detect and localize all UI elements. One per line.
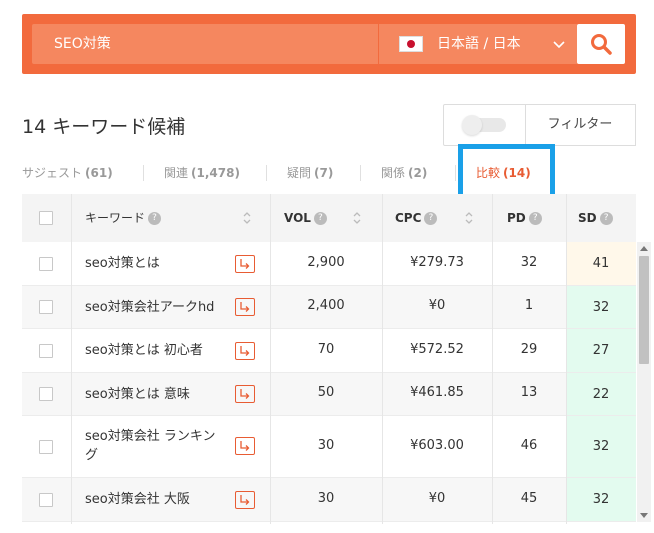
vol-cell: 30 — [317, 438, 335, 453]
column-divider — [71, 194, 72, 524]
keyword-count-heading: 14 キーワード候補 — [22, 116, 186, 138]
row-checkbox[interactable] — [39, 493, 53, 507]
tab-relation[interactable]: 関係 (2) — [381, 160, 427, 186]
japan-flag-icon — [399, 36, 423, 52]
column-vol[interactable]: VOL? — [284, 194, 327, 242]
cpc-cell: ¥0 — [428, 491, 446, 506]
open-link-icon[interactable] — [235, 491, 255, 509]
sd-cell: 41 — [566, 242, 636, 285]
column-keyword[interactable]: キーワード? — [85, 194, 162, 242]
tab-divider — [360, 165, 361, 181]
cpc-cell: ¥0 — [428, 298, 446, 313]
filter-button[interactable]: フィルター — [525, 104, 636, 146]
vol-cell: 2,900 — [307, 255, 345, 270]
column-divider — [492, 194, 493, 524]
sort-icon[interactable] — [352, 210, 362, 226]
tab-divider — [266, 165, 267, 181]
select-all-checkbox[interactable] — [39, 211, 53, 225]
vol-cell: 70 — [317, 342, 335, 357]
column-divider — [566, 194, 567, 524]
cpc-cell: ¥603.00 — [410, 438, 464, 453]
scroll-down-icon[interactable] — [640, 513, 648, 518]
pd-cell: 1 — [524, 298, 534, 313]
sort-icon[interactable] — [464, 210, 474, 226]
tab-questions[interactable]: 疑問 (7) — [287, 160, 333, 186]
help-icon[interactable]: ? — [148, 212, 162, 225]
sd-cell: 32 — [566, 416, 636, 477]
table-scrollbar[interactable] — [637, 242, 651, 522]
open-link-icon[interactable] — [235, 255, 255, 273]
cpc-cell: ¥279.73 — [410, 255, 464, 270]
row-checkbox[interactable] — [39, 257, 53, 271]
keyword-cell: seo対策とは 初心者 — [85, 343, 203, 358]
sort-icon[interactable] — [242, 210, 252, 226]
table-row[interactable]: seo対策会社 ランキング 30 ¥603.00 46 32 — [22, 416, 636, 478]
tab-divider — [455, 165, 456, 181]
sd-cell: 32 — [566, 478, 636, 521]
pd-cell: 13 — [520, 385, 538, 400]
row-checkbox[interactable] — [39, 387, 53, 401]
table-row[interactable]: seo対策とは 意味 50 ¥461.85 13 22 — [22, 373, 636, 416]
keyword-cell: seo対策会社 ランキング — [85, 429, 216, 463]
row-checkbox[interactable] — [39, 440, 53, 454]
toggle-container[interactable] — [443, 104, 526, 146]
sd-cell: 27 — [566, 329, 636, 372]
toggle-knob — [462, 115, 482, 135]
tab-suggest[interactable]: サジェスト (61) — [22, 160, 113, 186]
toggle-switch[interactable] — [462, 115, 506, 135]
vol-cell: 50 — [317, 385, 335, 400]
active-tab-highlight — [458, 144, 555, 201]
sd-cell: 22 — [566, 373, 636, 415]
search-input[interactable]: SEO対策 — [32, 24, 378, 64]
pd-cell: 29 — [520, 342, 538, 357]
table-row[interactable]: seo対策とは 2,900 ¥279.73 32 41 — [22, 242, 636, 286]
help-icon[interactable]: ? — [424, 212, 438, 225]
open-link-icon[interactable] — [235, 385, 255, 403]
language-select[interactable]: 日本語 / 日本 — [379, 24, 578, 64]
help-icon[interactable]: ? — [313, 212, 327, 225]
row-checkbox[interactable] — [39, 300, 53, 314]
tab-divider — [143, 165, 144, 181]
language-label: 日本語 / 日本 — [437, 36, 521, 52]
table-row[interactable]: seo対策とは 初心者 70 ¥572.52 29 27 — [22, 329, 636, 373]
vol-cell: 30 — [317, 491, 335, 506]
pd-cell: 32 — [520, 255, 538, 270]
search-bar: SEO対策 日本語 / 日本 — [22, 14, 636, 74]
open-link-icon[interactable] — [235, 298, 255, 316]
scroll-thumb[interactable] — [639, 256, 649, 364]
keyword-cell: seo対策会社 大阪 — [85, 492, 190, 507]
table-row[interactable]: seo対策会社アークhd 2,400 ¥0 1 32 — [22, 286, 636, 329]
scroll-up-icon[interactable] — [640, 246, 648, 251]
column-divider — [382, 194, 383, 524]
table-row[interactable]: seo対策会社 大阪 30 ¥0 45 32 — [22, 478, 636, 522]
column-sd[interactable]: SD? — [578, 194, 613, 242]
keyword-cell: seo対策会社アークhd — [85, 300, 215, 315]
tab-related[interactable]: 関連 (1,478) — [164, 160, 240, 186]
chevron-down-icon — [553, 41, 565, 49]
search-button[interactable] — [577, 24, 625, 64]
keyword-cell: seo対策とは — [85, 256, 160, 271]
row-checkbox[interactable] — [39, 344, 53, 358]
open-link-icon[interactable] — [235, 437, 255, 455]
sd-cell: 32 — [566, 286, 636, 328]
search-icon — [591, 34, 612, 55]
help-icon[interactable]: ? — [528, 212, 542, 225]
pd-cell: 46 — [520, 438, 538, 453]
cpc-cell: ¥461.85 — [410, 385, 464, 400]
column-divider — [270, 194, 271, 524]
pd-cell: 45 — [520, 491, 538, 506]
column-pd[interactable]: PD? — [507, 194, 542, 242]
keyword-cell: seo対策とは 意味 — [85, 387, 190, 402]
cpc-cell: ¥572.52 — [410, 342, 464, 357]
vol-cell: 2,400 — [307, 298, 345, 313]
open-link-icon[interactable] — [235, 342, 255, 360]
help-icon[interactable]: ? — [599, 212, 613, 225]
table-header: キーワード? VOL? CPC? PD? SD? — [22, 194, 636, 242]
column-cpc[interactable]: CPC? — [395, 194, 438, 242]
